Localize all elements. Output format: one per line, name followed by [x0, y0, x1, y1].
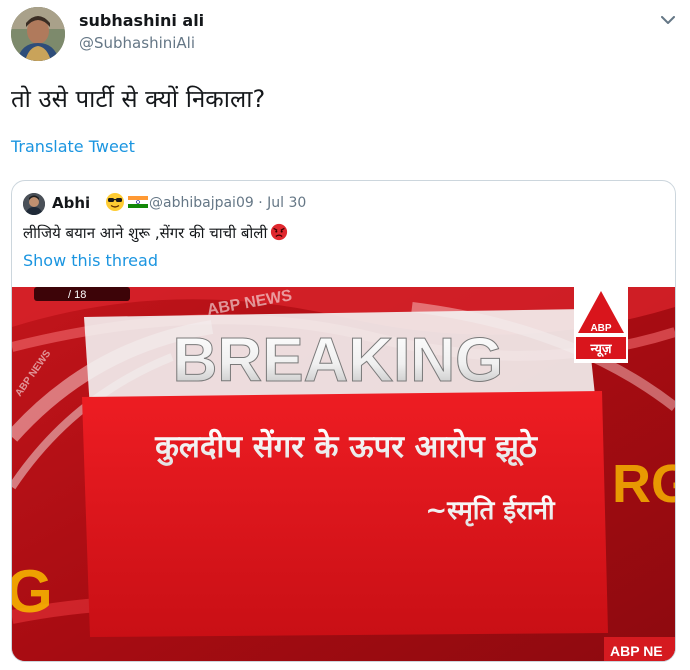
tweet-text: तो उसे पार्टी से क्यों निकाला? — [11, 85, 266, 113]
quoted-author-name[interactable]: Abhi — [52, 194, 90, 212]
abp-news-corner-text: ABP NE — [610, 643, 663, 659]
abp-logo-text: ABP — [590, 323, 611, 334]
show-thread-link[interactable]: Show this thread — [23, 251, 158, 270]
background-letter-right: RG — [612, 454, 675, 514]
chevron-down-icon[interactable] — [658, 10, 678, 30]
quoted-text-content: लीजिये बयान आने शुरू ,सेंगर की चाची बोली — [23, 224, 268, 242]
top-left-fragment: / 18 — [68, 289, 86, 301]
quoted-meta: @abhibajpai09 · Jul 30 — [149, 195, 306, 211]
breaking-news-image[interactable]: / 18 ABP NEWS ABP NEWS G RG BREAKING कुल… — [12, 287, 675, 661]
quoted-author-avatar[interactable] — [23, 193, 45, 215]
quoted-text: लीजिये बयान आने शुरू ,सेंगर की चाची बोली — [23, 223, 288, 243]
quoted-tweet[interactable]: Abhi @abhibajpai09 · Jul 30 लीजिये बयान … — [11, 180, 676, 662]
avatar-photo — [11, 7, 65, 61]
india-flag-icon — [128, 196, 148, 208]
headline-text: कुलदीप सेंगर के ऊपर आरोप झूठे — [154, 428, 539, 467]
news-graphic: / 18 ABP NEWS ABP NEWS G RG BREAKING कुल… — [12, 287, 675, 661]
attribution-text: ~स्मृति ईरानी — [425, 495, 556, 527]
tweet-card: subhashini ali @SubhashiniAli तो उसे पार… — [0, 0, 690, 670]
sunglasses-face-icon — [106, 193, 124, 211]
quoted-author-handle[interactable]: @abhibajpai09 — [149, 195, 254, 211]
translate-tweet-link[interactable]: Translate Tweet — [11, 137, 135, 156]
background-letter-left: G — [12, 558, 53, 625]
author-name[interactable]: subhashini ali — [79, 11, 204, 30]
author-avatar[interactable] — [11, 7, 65, 61]
breaking-title: BREAKING — [173, 326, 504, 395]
author-handle[interactable]: @SubhashiniAli — [79, 34, 195, 52]
meta-separator: · — [258, 195, 263, 211]
quoted-date[interactable]: Jul 30 — [267, 195, 306, 211]
abp-logo: ABP न्यूज़ — [574, 287, 628, 363]
angry-face-icon — [271, 223, 288, 241]
abp-logo-hindi: न्यूज़ — [589, 342, 612, 357]
